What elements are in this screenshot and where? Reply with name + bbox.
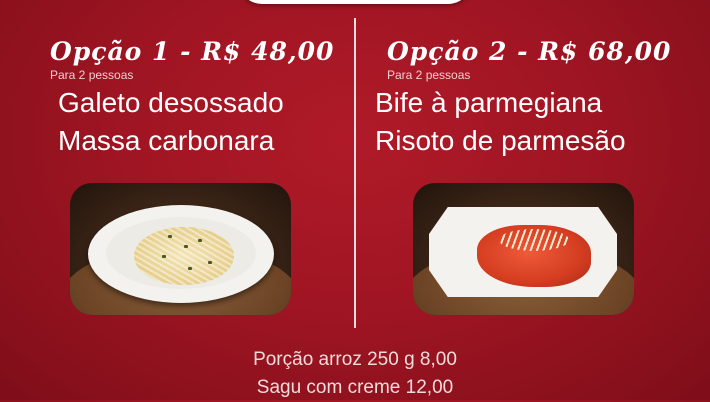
extra-item: Porção arroz 250 g 8,00: [253, 349, 457, 370]
extras-list: Porção arroz 250 g 8,00 Sagu com creme 1…: [0, 346, 710, 402]
option-1-title: Opção 1 - R$ 48,00: [50, 37, 335, 66]
option-1-dish: Massa carbonara: [58, 125, 275, 156]
option-2-title: Opção 2 - R$ 68,00: [387, 37, 672, 66]
plate: [429, 207, 617, 297]
option-1-card: Opção 1 - R$ 48,00 Para 2 pessoas Galeto…: [50, 36, 360, 160]
extra-item: Sagu com creme 12,00: [256, 377, 454, 398]
option-1-dishes: Galeto desossado Massa carbonara: [58, 84, 360, 160]
option-2-dish: Risoto de parmesão: [375, 125, 626, 156]
grated-cheese: [499, 229, 569, 251]
option-2-dishes: Bife à parmegiana Risoto de parmesão: [375, 84, 697, 160]
top-tab-decoration: [238, 0, 472, 4]
pasta-carbonara: [134, 227, 234, 285]
steak-parmigiana-photo: [413, 183, 634, 315]
option-2-dish: Bife à parmegiana: [375, 87, 603, 118]
option-1-dish: Galeto desossado: [58, 87, 284, 118]
pasta-dish-photo: [70, 183, 291, 315]
option-2-subtitle: Para 2 pessoas: [387, 68, 471, 82]
option-2-card: Opção 2 - R$ 68,00 Para 2 pessoas Bife à…: [375, 36, 697, 160]
option-1-subtitle: Para 2 pessoas: [50, 68, 134, 82]
plate: [88, 205, 274, 303]
